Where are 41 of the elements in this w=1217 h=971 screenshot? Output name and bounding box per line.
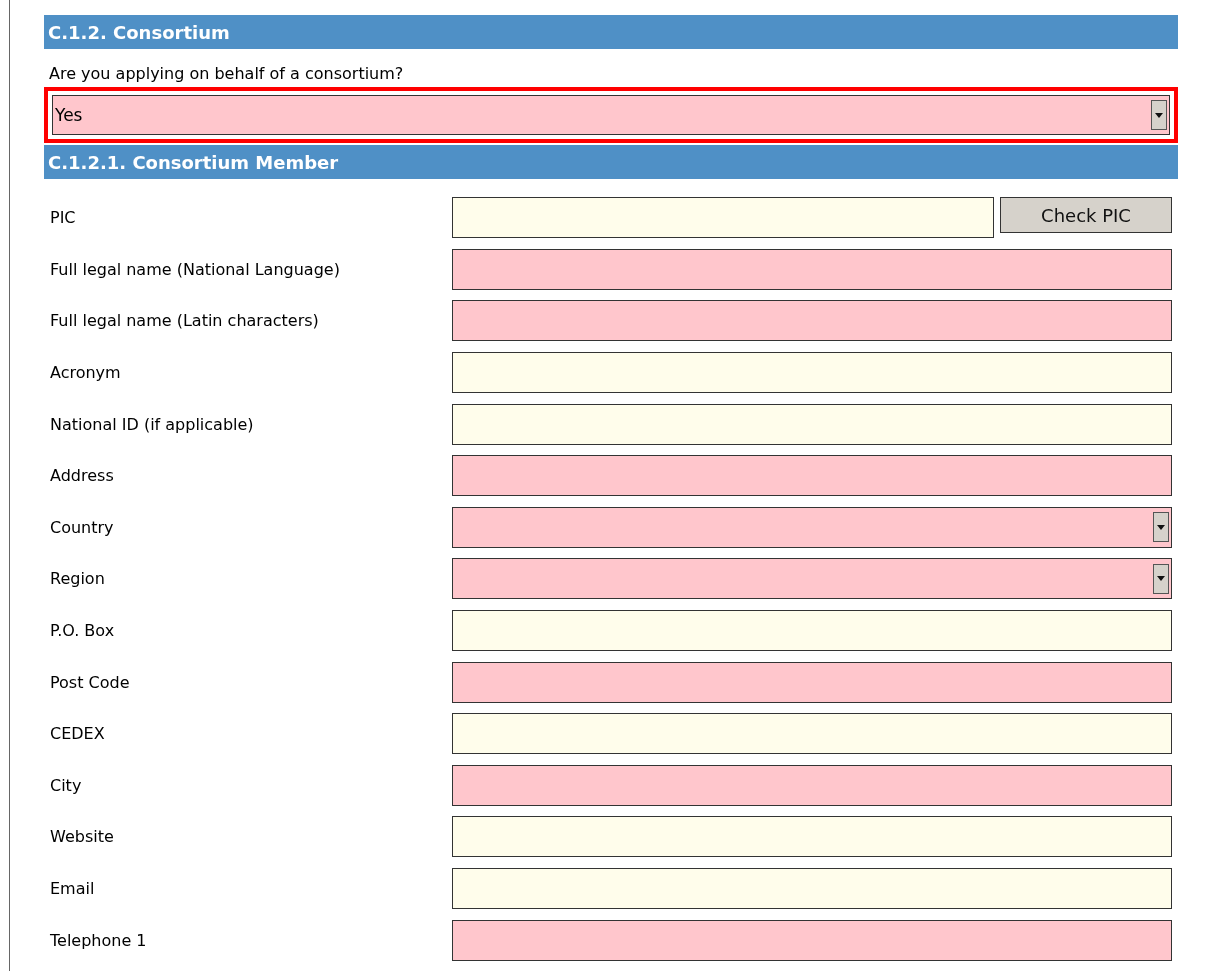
field-label: Post Code (49, 672, 131, 692)
input-field[interactable] (452, 300, 1172, 342)
input-field[interactable] (452, 610, 1172, 652)
check-pic-button[interactable]: Check PIC (1000, 197, 1172, 234)
input-field[interactable] (452, 919, 1172, 961)
input-field[interactable] (452, 197, 994, 239)
dropdown-field[interactable] (452, 558, 1172, 600)
field-label: Full legal name (Latin characters) (49, 311, 320, 331)
dropdown-arrow-button[interactable] (1151, 100, 1167, 130)
field-label: P.O. Box (49, 621, 116, 641)
caret-icon (1155, 112, 1163, 118)
field-label: Website (49, 827, 115, 847)
input-field[interactable] (452, 868, 1172, 909)
field-label: PIC (49, 208, 77, 228)
caret-icon (1157, 524, 1165, 530)
field-label: Region (49, 569, 106, 589)
section-header: C.1.2. Consortium (44, 15, 1178, 49)
dropdown-field[interactable] (452, 506, 1172, 548)
input-field[interactable] (452, 764, 1172, 806)
input-field[interactable] (452, 816, 1172, 858)
field-label: National ID (if applicable) (49, 414, 255, 434)
input-field[interactable] (452, 352, 1172, 394)
field-label: Email (49, 879, 96, 898)
field-label: CEDEX (49, 724, 106, 744)
question-label: Are you applying on behalf of a consortium? (48, 63, 405, 85)
input-field[interactable] (452, 248, 1172, 290)
field-label: City (49, 775, 83, 795)
field-label: Acronym (49, 363, 122, 383)
subsection-header: C.1.2.1. Consortium Member (44, 145, 1178, 179)
input-field[interactable] (452, 713, 1172, 755)
input-field[interactable] (452, 455, 1172, 497)
consortium-dropdown[interactable]: Yes (52, 95, 1170, 135)
field-label: Address (49, 466, 115, 486)
dropdown-arrow-button[interactable] (1153, 512, 1169, 543)
input-field[interactable] (452, 661, 1172, 703)
caret-icon (1157, 576, 1165, 582)
dropdown-arrow-button[interactable] (1153, 563, 1169, 594)
field-label: Country (49, 517, 115, 537)
field-label: Full legal name (National Language) (49, 259, 341, 279)
input-field[interactable] (452, 403, 1172, 445)
field-label: Telephone 1 (49, 930, 148, 950)
